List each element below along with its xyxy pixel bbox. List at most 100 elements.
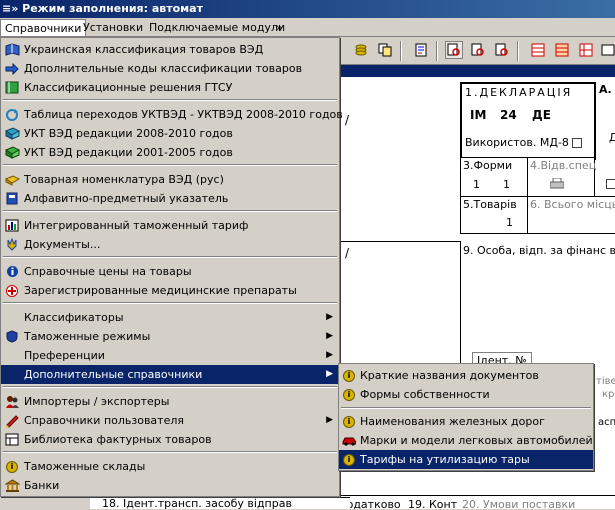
menu-item-label: Классификационные решения ГТСУ	[24, 81, 233, 94]
side-checkbox-1[interactable]	[606, 179, 615, 189]
menu-ustanovki[interactable]: Установки	[79, 19, 147, 36]
menu-item-biblioteka[interactable]: Библиотека фактурных товаров	[1, 430, 339, 449]
yellow-book-icon	[4, 172, 20, 187]
menu-item-rezhimy[interactable]: Таможенные режимы ▶	[1, 327, 339, 346]
side-checks	[606, 177, 615, 190]
menu-separator	[3, 164, 337, 166]
forms-label: 3.Форми	[463, 159, 513, 172]
declaration-code-24[interactable]: 24	[500, 108, 517, 122]
menu-spravochniki[interactable]: Справочники	[0, 19, 87, 36]
menu-separator	[3, 99, 337, 101]
submenu-separator	[341, 407, 591, 409]
forms-value-2[interactable]: 1	[503, 178, 510, 191]
people-icon	[4, 394, 20, 409]
menu-item-ukt-2008[interactable]: УКТ ВЭД редакции 2008-2010 годов	[1, 124, 339, 143]
submenu-item-label: Наименования железных дорог	[360, 415, 545, 428]
menu-item-perehody[interactable]: Таблица переходов УКТВЭД - УКТВЭД 2008-2…	[1, 105, 343, 124]
menu-item-label: Справочники пользователя	[24, 414, 184, 427]
blue-book-icon	[4, 126, 20, 141]
md8-row: Використов. МД-8	[465, 136, 583, 149]
coin-icon: i	[342, 414, 356, 429]
menu-item-sklady[interactable]: i Таможенные склады	[1, 457, 339, 476]
submenu-item-zheleznye-dorogi[interactable]: i Наименования железных дорог	[339, 412, 593, 431]
submenu-item-label: Формы собственности	[360, 388, 490, 401]
menu-item-label: Импортеры / экспортеры	[24, 395, 170, 408]
submenu-item-label: Краткие названия документов	[360, 369, 539, 382]
spravochniki-dropdown: Украинская классификация товаров ВЭД Доп…	[0, 37, 343, 497]
zoom-doc-icon[interactable]	[445, 41, 463, 59]
user-book-icon	[4, 413, 20, 428]
menu-item-dop-spravochniki[interactable]: Дополнительные справочники ▶	[1, 365, 339, 384]
submenu-item-tarify-utilizaciya[interactable]: i Тарифы на утилизацию тары	[339, 450, 593, 469]
delivery-label: 20. Умови поставки	[462, 498, 576, 509]
goods-label: 5.Товарів	[463, 198, 517, 211]
menu-plugins[interactable]: Подключаемые модули	[145, 19, 289, 36]
menu-item-label: Документы...	[24, 238, 101, 251]
menu-item-label: Таблица переходов УКТВЭД - УКТВЭД 2008-2…	[24, 108, 343, 121]
menu-item-ceny[interactable]: Справочные цены на товары	[1, 262, 339, 281]
menu-item-dop-kody[interactable]: Дополнительные коды классификации товаро…	[1, 59, 339, 78]
submenu-item-label: Марки и модели легковых автомобилей	[360, 434, 593, 447]
submenu-item-marki-avto[interactable]: Марки и модели легковых автомобилей	[339, 431, 593, 450]
menu-item-dokumenty[interactable]: Документы...	[1, 235, 339, 254]
submenu-arrow-icon: ▶	[326, 369, 333, 379]
menu-item-polzovatel[interactable]: Справочники пользователя ▶	[1, 411, 339, 430]
toolbar-overflow-icon[interactable]	[599, 41, 615, 59]
menu-item-label: УКТ ВЭД редакции 2001-2005 годов	[24, 146, 233, 159]
submenu-item-formy-sobstvennosti[interactable]: i Формы собственности	[339, 385, 593, 404]
chart-icon	[4, 218, 20, 233]
menu-item-nomenklatura[interactable]: Товарная номенклатура ВЭД (рус)	[1, 170, 339, 189]
menu-item-medpreparaty[interactable]: Зарегистрированные медицинские препараты	[1, 281, 339, 300]
cont-label: 19. Конт	[408, 498, 458, 509]
car-icon	[342, 433, 356, 448]
form-red-icon[interactable]	[529, 41, 547, 59]
menu-item-uktved[interactable]: Украинская классификация товаров ВЭД	[1, 40, 339, 59]
trident-icon	[4, 237, 20, 252]
places-label: 6. Всього місць	[530, 198, 615, 211]
coins-stack-icon[interactable]	[352, 41, 370, 59]
person-label: 9. Особа, відп. за фінанс в	[463, 244, 615, 257]
md8-label: Використов. МД-8	[465, 136, 569, 149]
submenu-arrow-icon: ▶	[326, 312, 333, 322]
bank-icon	[4, 478, 20, 493]
menu-item-label: Дополнительные коды классификации товаро…	[24, 62, 303, 75]
menu-item-gtsu[interactable]: Классификационные решения ГТСУ	[1, 78, 339, 97]
menu-item-ukt-2001[interactable]: УКТ ВЭД редакции 2001-2005 годов	[1, 143, 339, 162]
toolbar-separator	[400, 41, 402, 61]
menu-separator	[3, 256, 337, 258]
menu-item-klassifikatory[interactable]: Классификаторы ▶	[1, 308, 339, 327]
toolbar	[340, 37, 615, 65]
menu-item-importery[interactable]: Импортеры / экспортеры	[1, 392, 339, 411]
goods-value[interactable]: 1	[506, 216, 513, 229]
document-edit-icon[interactable]	[412, 41, 430, 59]
menu-item-tarif[interactable]: Интегрированный таможенный тариф	[1, 216, 339, 235]
declaration-code-im[interactable]: ІМ	[470, 108, 486, 122]
green-book-icon	[4, 80, 20, 95]
forms-value-1[interactable]: 1	[473, 178, 480, 191]
menu-item-label: Библиотека фактурных товаров	[24, 433, 212, 446]
form-red-icon[interactable]	[553, 41, 571, 59]
menu-more-chevron[interactable]: »	[272, 19, 287, 36]
md8-checkbox[interactable]	[572, 138, 583, 148]
form-red-icon[interactable]	[577, 41, 595, 59]
menu-item-alfavit[interactable]: Алфавитно-предметный указатель	[1, 189, 339, 208]
copy-icon[interactable]	[376, 41, 394, 59]
submenu-arrow-icon: ▶	[326, 350, 333, 360]
row-divider-bottom	[340, 495, 615, 496]
menu-item-preferencii[interactable]: Преференции ▶	[1, 346, 339, 365]
submenu-item-kratkie-nazvaniya[interactable]: i Краткие названия документов	[339, 366, 593, 385]
zoom-doc-icon[interactable]	[493, 41, 511, 59]
slash-mark: /	[345, 113, 350, 127]
menu-item-label: Товарная номенклатура ВЭД (рус)	[24, 173, 224, 186]
menu-separator	[3, 386, 337, 388]
zoom-doc-icon[interactable]	[469, 41, 487, 59]
menu-item-label: Преференции	[24, 349, 105, 362]
menu-item-label: Таможенные склады	[24, 460, 146, 473]
menu-item-banki[interactable]: Банки	[1, 476, 339, 495]
menu-item-label: Интегрированный таможенный тариф	[24, 219, 249, 232]
window-title-bar: ≡» Режим заполнения: автомат	[0, 0, 615, 18]
dop-spravochniki-submenu: i Краткие названия документов i Формы со…	[338, 363, 594, 471]
declaration-code-de[interactable]: ДЕ	[532, 108, 551, 122]
side-d-label: Д	[609, 131, 615, 144]
printer-icon[interactable]	[549, 177, 565, 193]
